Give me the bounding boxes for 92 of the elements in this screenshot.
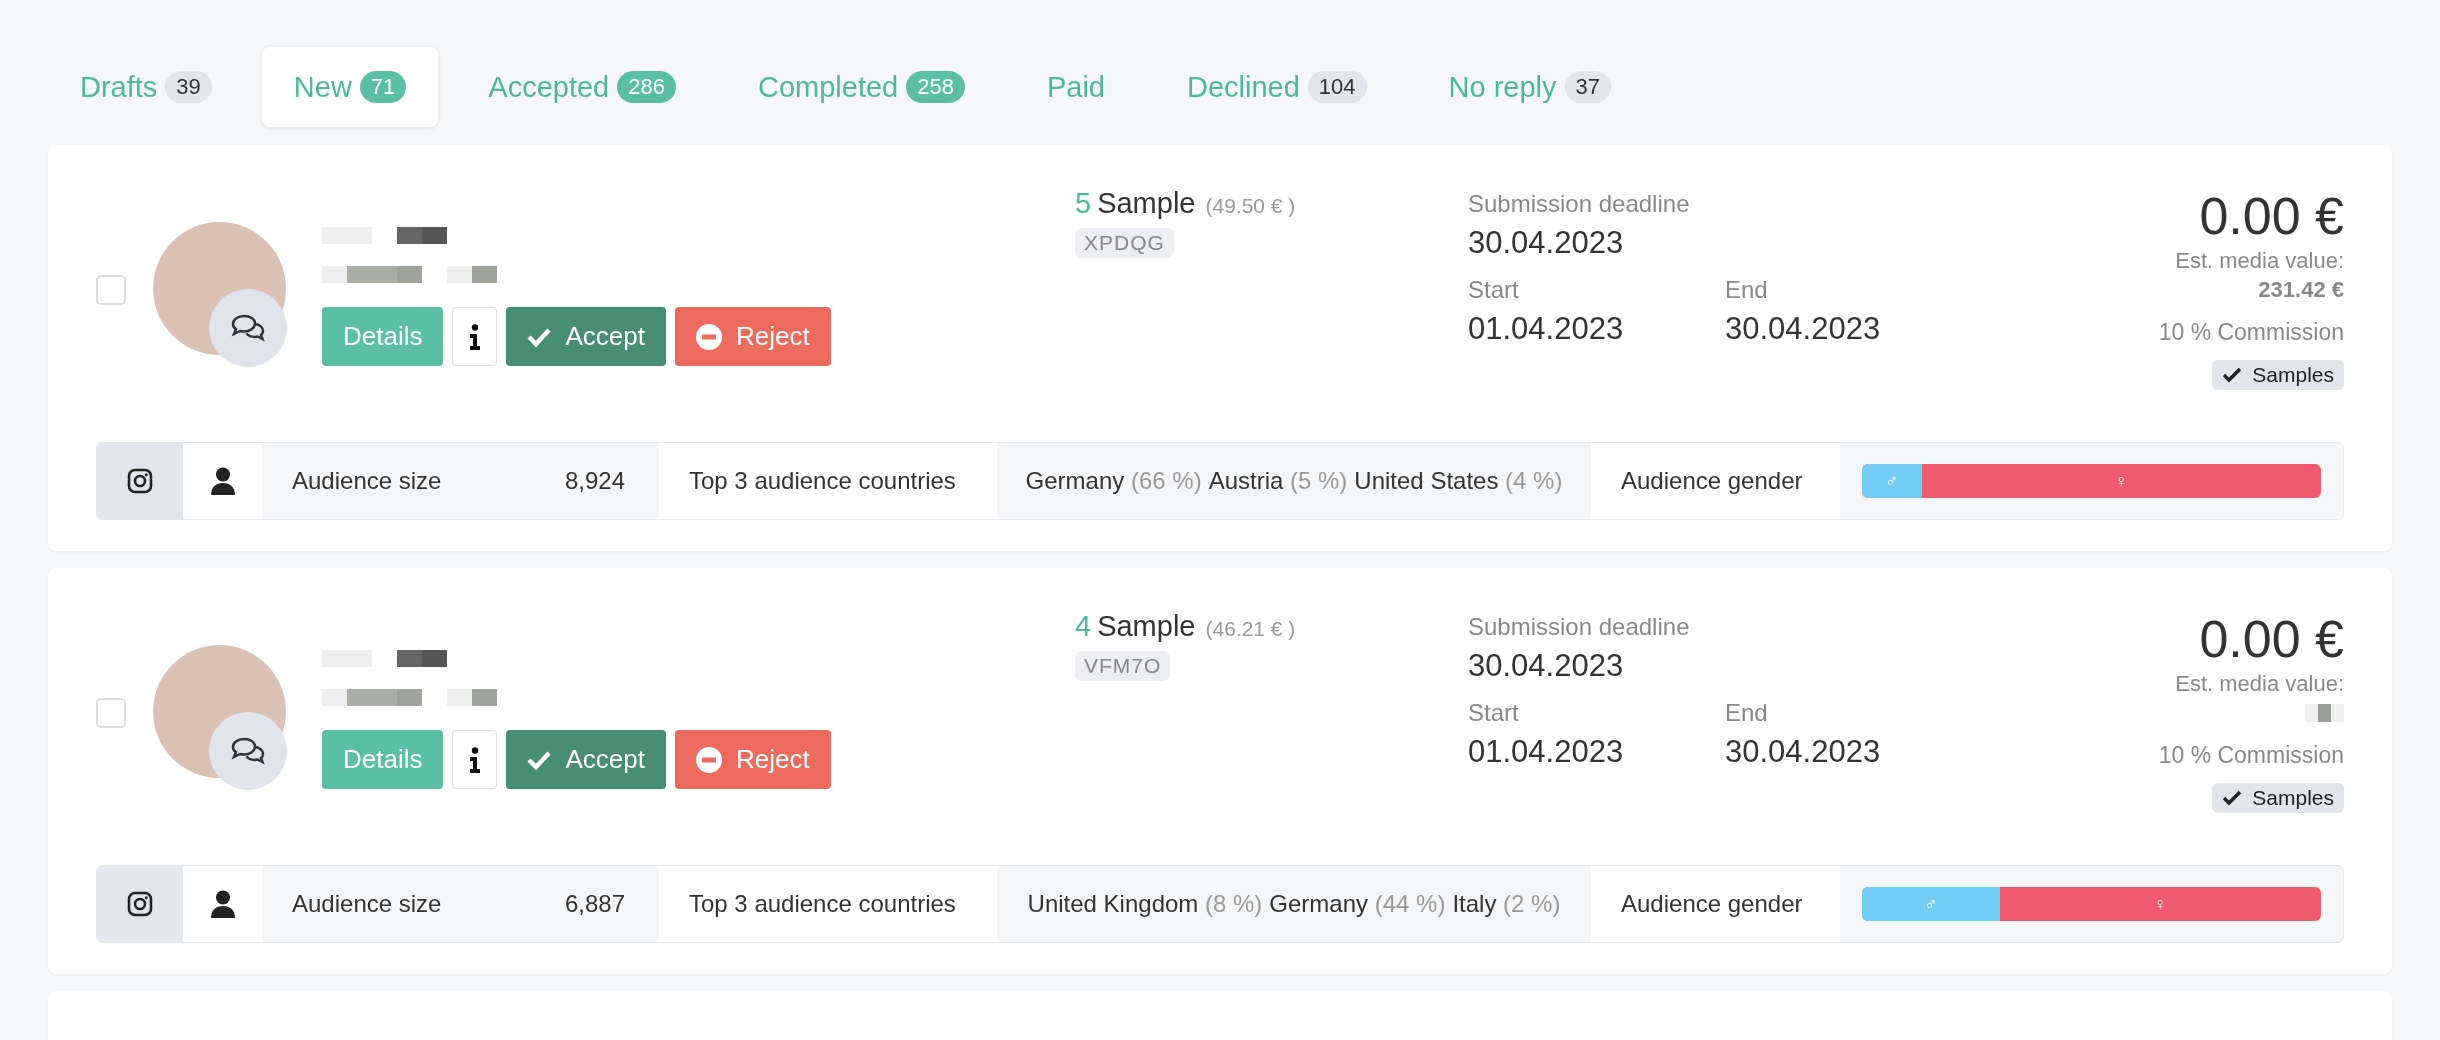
checkbox[interactable]: [96, 698, 126, 728]
details-button[interactable]: Details: [322, 307, 444, 366]
tab[interactable]: Accepted 286: [456, 47, 708, 127]
female-share: ♀: [2113, 469, 2130, 493]
person-icon: [209, 467, 236, 495]
info-icon: [469, 323, 481, 350]
deadline-label: Submission deadline: [1468, 612, 1691, 642]
tab[interactable]: New 71: [261, 47, 439, 127]
deadline-date: 30.04.2023: [1468, 647, 1625, 685]
country-share: Austria (5 %): [1208, 467, 1348, 495]
product-name: Sample: [1097, 610, 1196, 642]
tab-label: Drafts: [80, 70, 158, 104]
tab-label: No reply: [1448, 70, 1557, 104]
end-label: End: [1725, 275, 1769, 305]
end-date: 30.04.2023: [1725, 733, 1882, 771]
samples-label: Samples: [2252, 363, 2334, 387]
audience-size-value: 8,924: [564, 467, 625, 495]
commission: 10 % Commission: [2158, 318, 2344, 347]
info-button[interactable]: [452, 730, 498, 789]
instagram-icon[interactable]: [127, 891, 153, 917]
quantity: 4: [1075, 610, 1092, 642]
audience-size-label: Audience size: [292, 890, 442, 918]
reject-button[interactable]: Reject: [675, 730, 831, 789]
tab-label: Paid: [1046, 70, 1105, 104]
media-value-label: Est. media value:: [2175, 670, 2344, 698]
start-date: 01.04.2023: [1468, 733, 1625, 771]
person-icon: [209, 890, 236, 918]
country-share: Germany (66 %): [1025, 467, 1202, 495]
male-share-fill: ♂: [1862, 464, 1922, 498]
details-button[interactable]: Details: [322, 730, 444, 789]
redacted-value-drawing: [2305, 704, 2344, 722]
end-label: End: [1725, 698, 1769, 728]
tab-label: Declined: [1187, 70, 1300, 104]
chat-bubbles-icon: [230, 313, 266, 343]
instagram-icon[interactable]: [127, 468, 153, 494]
accept-button[interactable]: Accept: [506, 730, 666, 789]
tab[interactable]: Completed 258: [725, 47, 997, 127]
checkmark-icon: [527, 749, 552, 770]
tab[interactable]: Paid: [1014, 47, 1137, 127]
accept-button[interactable]: Accept: [506, 307, 666, 366]
male-share-fill: ♂: [1862, 887, 2000, 921]
checkbox[interactable]: [96, 275, 126, 305]
count-badge: 39: [165, 71, 212, 103]
countries-label: Top 3 audience countries: [689, 890, 956, 918]
deadline-label: Submission deadline: [1468, 189, 1691, 219]
gender-label: Audience gender: [1621, 467, 1803, 495]
product-price: (46.21 € ): [1205, 617, 1296, 640]
commission: 10 % Commission: [2158, 741, 2344, 770]
info-button[interactable]: [452, 307, 498, 366]
code-tag: XPDQG: [1075, 228, 1174, 258]
reject-button[interactable]: Reject: [675, 307, 831, 366]
media-value: 231.42 €: [2258, 276, 2344, 304]
tab-label: New: [293, 70, 352, 104]
start-label: Start: [1468, 275, 1520, 305]
country-share: Germany (44 %): [1269, 890, 1446, 918]
tab[interactable]: Declined 104: [1155, 47, 1399, 127]
count-badge: 286: [617, 71, 676, 103]
media-value-label: Est. media value:: [2175, 247, 2344, 275]
checkmark-icon: [2222, 790, 2243, 806]
samples-label: Samples: [2252, 786, 2334, 810]
count-badge: 71: [359, 71, 407, 103]
country-share: United Kingdom (8 %): [1027, 890, 1263, 918]
end-date: 30.04.2023: [1725, 310, 1882, 348]
start-date: 01.04.2023: [1468, 310, 1625, 348]
audience-size-value: 6,887: [564, 890, 625, 918]
countries-label: Top 3 audience countries: [689, 467, 956, 495]
country-share: Italy (2 %): [1452, 890, 1561, 918]
code-tag: VFM7O: [1075, 651, 1171, 681]
tab[interactable]: No reply 37: [1416, 47, 1644, 127]
count-badge: 258: [906, 71, 965, 103]
female-share: ♀: [2152, 892, 2169, 916]
tab[interactable]: Drafts 39: [48, 47, 244, 127]
minus-circle-icon: [696, 323, 722, 350]
country-share: United States (4 %): [1354, 467, 1563, 495]
product-price: (49.50 € ): [1205, 194, 1296, 217]
count-badge: 37: [1564, 71, 1612, 103]
gender-label: Audience gender: [1621, 890, 1803, 918]
amount: 0.00 €: [2199, 186, 2344, 247]
start-label: Start: [1468, 698, 1520, 728]
quantity: 5: [1075, 187, 1092, 219]
count-badge: 104: [1307, 71, 1367, 103]
info-icon: [469, 746, 481, 773]
tab-label: Accepted: [488, 70, 610, 104]
deadline-date: 30.04.2023: [1468, 224, 1625, 262]
tab-label: Completed: [757, 70, 899, 104]
checkmark-icon: [2222, 367, 2243, 383]
chat-bubbles-icon: [230, 736, 266, 766]
product-name: Sample: [1097, 187, 1196, 219]
amount: 0.00 €: [2199, 609, 2344, 670]
minus-circle-icon: [696, 746, 722, 773]
checkmark-icon: [527, 326, 552, 347]
audience-size-label: Audience size: [292, 467, 442, 495]
